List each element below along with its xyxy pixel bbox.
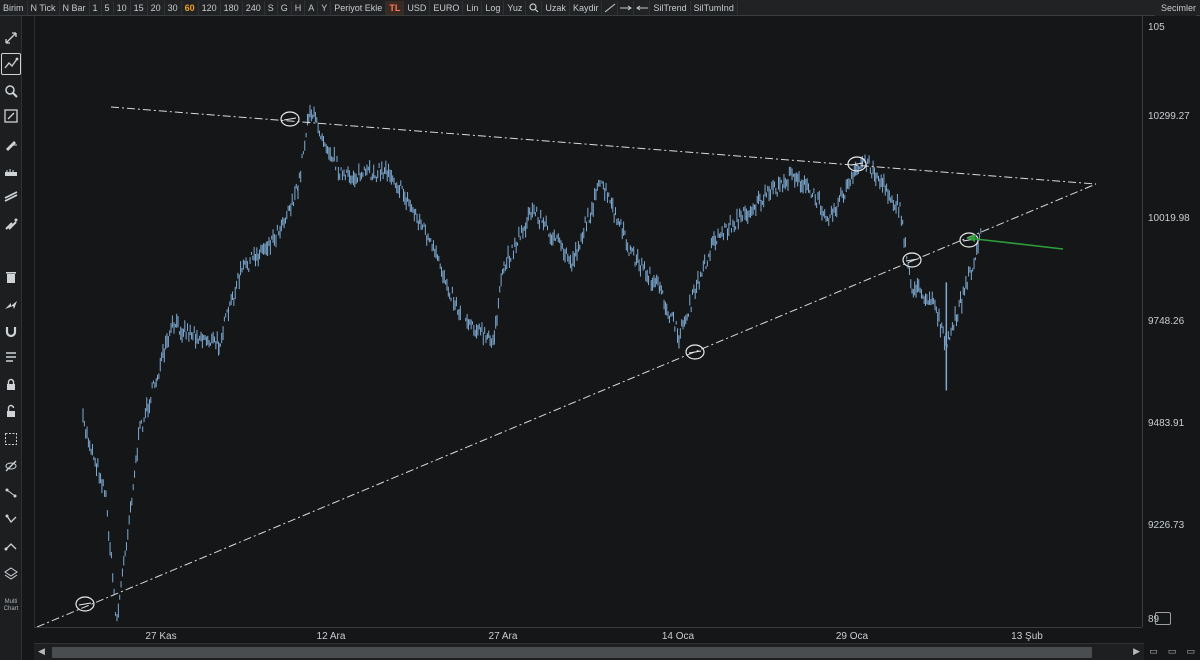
toolbar-button-1[interactable]: 1 [90, 0, 102, 15]
toolbar-button-5[interactable]: 5 [102, 0, 114, 15]
pivot-marker-tick [283, 117, 297, 121]
annotation-arrow-head [967, 234, 976, 242]
scale-toggle-c-icon[interactable]: ▭ [1186, 646, 1195, 657]
toolbar-button-periyot-ekle[interactable]: Periyot Ekle [331, 0, 387, 15]
multi-chart-button[interactable]: Multi Chart [0, 599, 22, 613]
price-label: 9226.73 [1148, 520, 1185, 531]
toolbar-button-h[interactable]: H [292, 0, 306, 15]
scale-toggle-a-icon[interactable]: ▭ [1149, 646, 1158, 657]
toolbar-button-log[interactable]: Log [482, 0, 505, 15]
date-label: 14 Oca [661, 631, 695, 642]
pattern-tool-icon[interactable] [1, 508, 21, 530]
price-label: 9483.91 [1148, 418, 1185, 429]
chart-area[interactable] [34, 16, 1143, 628]
toolbar-button-30[interactable]: 30 [165, 0, 182, 15]
toolbar-button-60[interactable]: 60 [182, 0, 199, 15]
path-tool-icon[interactable] [1, 535, 21, 557]
toolbar-button-a[interactable]: A [305, 0, 319, 15]
scale-toggle-box[interactable] [1155, 612, 1171, 625]
toolbar-button-tl[interactable]: TL [386, 0, 405, 15]
toolbar-button-240[interactable]: 240 [243, 0, 265, 15]
selections-menu[interactable]: Secimler [1154, 0, 1196, 16]
date-label: 12 Ara [316, 631, 346, 642]
toolbar-button-n-tick[interactable]: N Tick [28, 0, 60, 15]
magnet-icon[interactable] [1, 320, 21, 342]
trend-line-tool-icon[interactable] [1, 53, 21, 75]
date-axis: 27 Kas 12 Ara 27 Ara 14 Oca 29 Oca 13 Şub [34, 627, 1142, 643]
scale-toggle-b-icon[interactable]: ▭ [1168, 646, 1177, 657]
toolbar-button-20[interactable]: 20 [148, 0, 165, 15]
toolbar-button-y[interactable]: Y [318, 0, 332, 15]
expand-arrows-icon[interactable] [1, 27, 21, 49]
pivot-marker-tick [688, 350, 702, 354]
toolbar-button-usd[interactable]: USD [404, 0, 431, 15]
toolbar-button-180[interactable]: 180 [221, 0, 243, 15]
price-label: 10299.27 [1148, 111, 1190, 122]
toolbar-button-s[interactable]: S [265, 0, 278, 15]
price-label: 9748.26 [1148, 316, 1185, 327]
date-label: 29 Oca [835, 631, 869, 642]
magnifier-icon[interactable] [1, 80, 21, 102]
pivot-marker-tick [78, 602, 92, 606]
toolbar-button-birim[interactable]: Birim [0, 0, 28, 15]
arrow-tool-icon[interactable] [1, 294, 21, 316]
toolbar-button-kaydir[interactable]: Kaydir [570, 0, 603, 15]
date-label: 27 Kas [145, 631, 177, 642]
zoom-box-icon[interactable] [1, 105, 21, 127]
annotation-arrow-line [966, 237, 1064, 250]
date-label: 13 Şub [1011, 631, 1043, 642]
toolbar-button-15[interactable]: 15 [131, 0, 148, 15]
toolbar-button-euro[interactable]: EURO [430, 0, 464, 15]
channel-tool-icon[interactable] [1, 186, 21, 208]
toolbar-button-siltumind[interactable]: SilTumInd [691, 0, 738, 15]
toolbar-button-siltrend[interactable]: SilTrend [650, 0, 691, 15]
horizontal-scrollbar[interactable]: ◀ ▶ [34, 643, 1144, 660]
select-area-icon[interactable] [1, 428, 21, 450]
toolbar-button-120[interactable]: 120 [199, 0, 221, 15]
ruler-icon[interactable] [1, 160, 21, 182]
node-tool-icon[interactable] [1, 482, 21, 504]
zoom-search-icon[interactable] [526, 0, 543, 15]
scale-buttons: ▭ ▭ ▭ [1144, 643, 1200, 660]
scroll-right-arrow-icon[interactable]: ▶ [1133, 646, 1140, 657]
scroll-thumb[interactable] [52, 647, 1092, 658]
hide-icon[interactable] [1, 455, 21, 477]
pencil-icon[interactable] [1, 133, 21, 155]
arrow-left-icon[interactable] [634, 0, 651, 15]
toolbar-button-10[interactable]: 10 [114, 0, 131, 15]
price-label: 10019.98 [1148, 213, 1190, 224]
price-label: 105 [1148, 22, 1165, 33]
price-chart[interactable] [35, 16, 1143, 628]
lock-icon[interactable] [1, 373, 21, 395]
toolbar-button-n-bar[interactable]: N Bar [60, 0, 90, 15]
arrow-right-icon[interactable] [618, 0, 635, 15]
toolbar-button-yuz[interactable]: Yuz [504, 0, 527, 15]
price-scale[interactable]: 105 10299.27 10019.98 9748.26 9483.91 9226.73… [1142, 16, 1200, 627]
layers-icon[interactable] [1, 563, 21, 585]
date-label: 27 Ara [488, 631, 518, 642]
diagonal-line-icon[interactable] [602, 0, 619, 15]
toolbar-button-g[interactable]: G [278, 0, 292, 15]
top-toolbar: Birim N Tick N Bar 1 5 10 15 20 30 60 120 180 240 S G H… [0, 0, 1200, 16]
upper-trend-line [110, 106, 1097, 185]
unlock-icon[interactable] [1, 400, 21, 422]
brush-icon[interactable] [1, 213, 21, 235]
drawing-tools-sidebar: Multi Chart [0, 16, 22, 660]
lines-tool-icon[interactable] [1, 346, 21, 368]
scroll-left-arrow-icon[interactable]: ◀ [38, 646, 45, 657]
toolbar-button-uzak[interactable]: Uzak [542, 0, 570, 15]
trash-icon[interactable] [1, 266, 21, 288]
toolbar-button-lin[interactable]: Lin [463, 0, 483, 15]
